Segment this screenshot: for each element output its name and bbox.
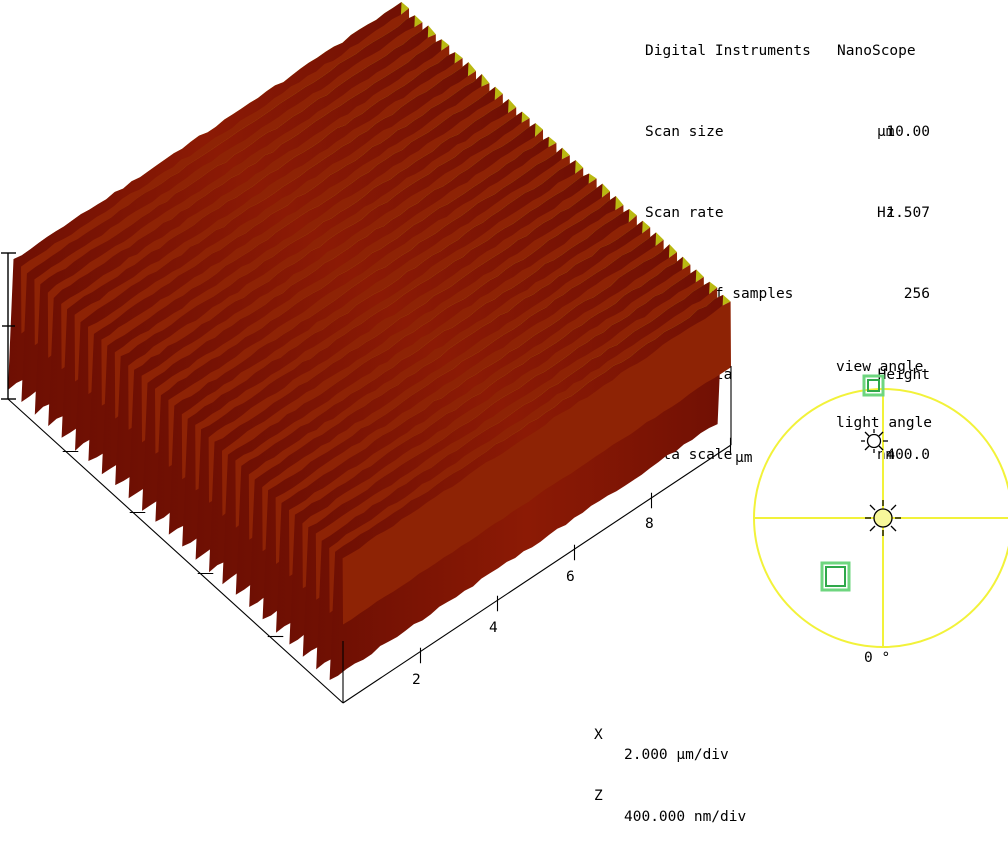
scale-value-x: 2.000 µm/div bbox=[624, 747, 729, 763]
x-tick-label-2: 2 bbox=[412, 672, 421, 688]
grating-surface bbox=[8, 2, 731, 680]
scale-legend: X 2.000 µm/div Z 400.000 nm/div bbox=[594, 663, 746, 827]
legend-label-light-angle: light angle bbox=[836, 415, 933, 431]
x-tick-label-6: 6 bbox=[566, 569, 575, 585]
x-tick-label-4: 4 bbox=[489, 620, 498, 636]
x-axis-tick-8 bbox=[650, 492, 653, 509]
x-axis-unit-label: µm bbox=[735, 450, 753, 466]
scale-row-z: Z 400.000 nm/div bbox=[594, 766, 746, 825]
x-tick-label-8: 8 bbox=[645, 516, 654, 532]
sun-icon bbox=[790, 413, 888, 453]
view-angle-marker-green-square-icon[interactable] bbox=[820, 561, 851, 592]
legend-row-view-angle[interactable]: view angle bbox=[790, 357, 923, 397]
scale-axis-label-x: X bbox=[594, 726, 603, 743]
nanoscope-plot-window: Digital Instruments NanoScope Scan size … bbox=[0, 0, 1008, 825]
compass-degree-label: 0 ° bbox=[864, 650, 891, 666]
legend-label-view-angle: view angle bbox=[836, 359, 924, 375]
scale-value-z: 400.000 nm/div bbox=[624, 808, 747, 825]
legend-row-light-angle[interactable]: light angle bbox=[790, 413, 932, 453]
green-square-icon bbox=[790, 357, 885, 397]
angle-legend: view angle light angle bbox=[790, 325, 932, 469]
surface-plot-canvas bbox=[1, 2, 1008, 704]
scale-row-x: X 2.000 µm/div bbox=[594, 704, 729, 764]
light-angle-marker-sun-icon[interactable] bbox=[865, 500, 901, 536]
scale-axis-label-z: Z bbox=[594, 788, 603, 804]
